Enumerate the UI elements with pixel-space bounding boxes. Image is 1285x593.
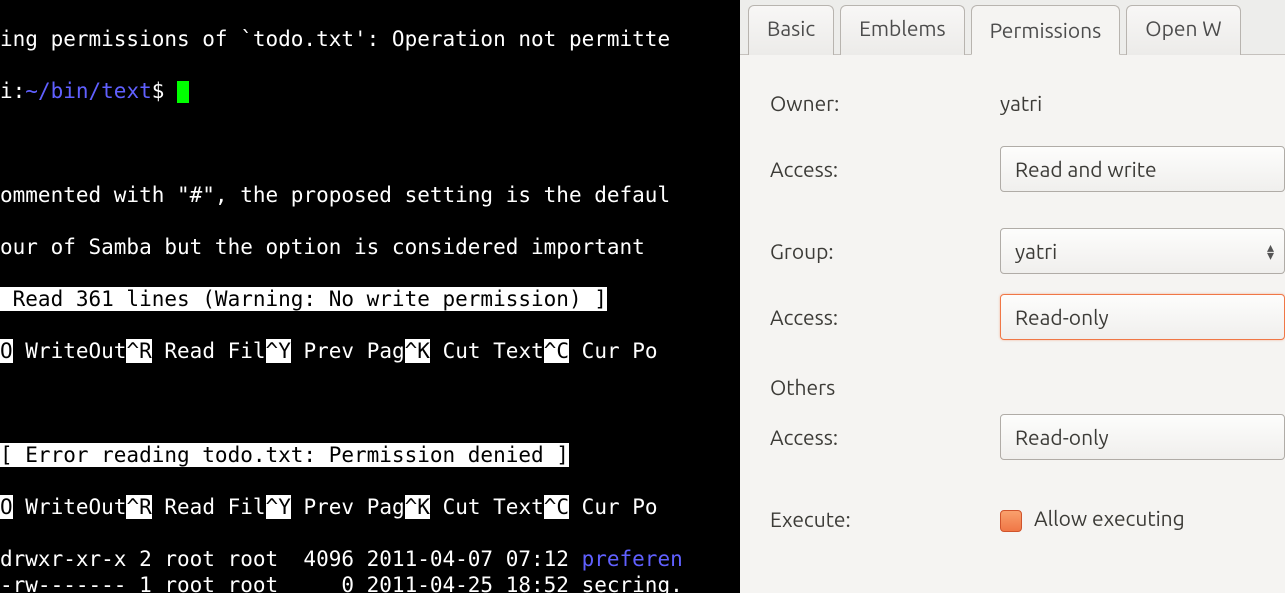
execute-checkbox-label: Allow executing	[1034, 506, 1185, 530]
tab-permissions[interactable]: Permissions	[971, 5, 1121, 55]
owner-value: yatri	[1000, 91, 1042, 115]
group-access-combo[interactable]: Read-only	[1000, 294, 1285, 340]
term-fnkeys: O WriteOut^R Read Fil^Y Prev Pag^K Cut T…	[0, 494, 740, 520]
others-access-combo[interactable]: Read-only	[1000, 414, 1285, 460]
group-combo[interactable]: yatri	[1000, 228, 1285, 274]
owner-access-combo[interactable]: Read and write	[1000, 146, 1285, 192]
combo-value: yatri	[1015, 239, 1057, 263]
combo-value: Read and write	[1015, 157, 1157, 181]
tab-bar: Basic Emblems Permissions Open W	[740, 0, 1285, 55]
terminal-pane[interactable]: ing permissions of `todo.txt': Operation…	[0, 0, 740, 593]
term-fnkeys: O WriteOut^R Read Fil^Y Prev Pag^K Cut T…	[0, 338, 740, 364]
term-line: [ Error reading todo.txt: Permission den…	[0, 442, 740, 468]
group-access-label: Access:	[770, 305, 1000, 329]
cursor-icon	[177, 81, 189, 103]
group-label: Group:	[770, 239, 1000, 263]
term-line: Read 361 lines (Warning: No write permis…	[0, 286, 740, 312]
checkbox-icon[interactable]	[1000, 510, 1022, 532]
ls-row: -rw------- 1 root root 0 2011-04-25 18:5…	[0, 572, 740, 593]
combo-value: Read-only	[1015, 305, 1109, 329]
permissions-form: Owner: yatri Access: Read and write Grou…	[740, 55, 1285, 543]
tab-open-with[interactable]: Open W	[1126, 5, 1240, 55]
term-blank	[0, 390, 740, 416]
tab-basic[interactable]: Basic	[748, 5, 834, 55]
term-prompt: i:~/bin/text$	[0, 78, 740, 104]
combo-value: Read-only	[1015, 425, 1109, 449]
others-header: Others	[770, 375, 1285, 399]
execute-checkbox-row[interactable]: Allow executing	[1000, 506, 1185, 532]
term-blank	[0, 130, 740, 156]
tab-emblems[interactable]: Emblems	[840, 5, 965, 55]
properties-pane: Basic Emblems Permissions Open W Owner: …	[740, 0, 1285, 593]
chevron-updown-icon	[1267, 243, 1274, 259]
owner-label: Owner:	[770, 91, 1000, 115]
owner-access-label: Access:	[770, 157, 1000, 181]
term-line: ing permissions of `todo.txt': Operation…	[0, 26, 740, 52]
term-line: our of Samba but the option is considere…	[0, 234, 740, 260]
execute-label: Execute:	[770, 507, 1000, 531]
term-line: ommented with "#", the proposed setting …	[0, 182, 740, 208]
ls-row: drwxr-xr-x 2 root root 4096 2011-04-07 0…	[0, 546, 740, 572]
others-access-label: Access:	[770, 425, 1000, 449]
